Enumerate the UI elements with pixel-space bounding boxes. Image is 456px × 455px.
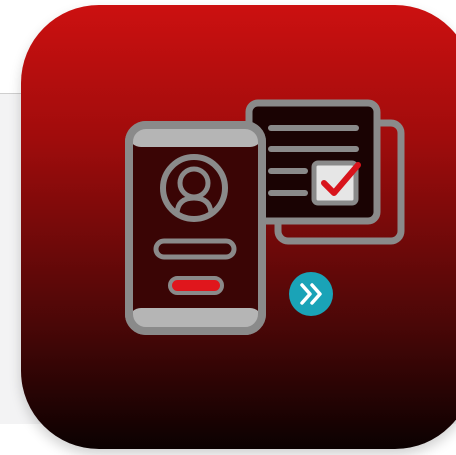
app-icon[interactable]: [21, 5, 456, 449]
document-icon: [245, 99, 381, 225]
app-icon-artwork: [125, 99, 405, 335]
double-chevron-right-icon: [289, 272, 333, 316]
action-button-bar: [168, 276, 224, 295]
checkbox-check-icon: [311, 160, 361, 206]
screen: [0, 0, 456, 455]
